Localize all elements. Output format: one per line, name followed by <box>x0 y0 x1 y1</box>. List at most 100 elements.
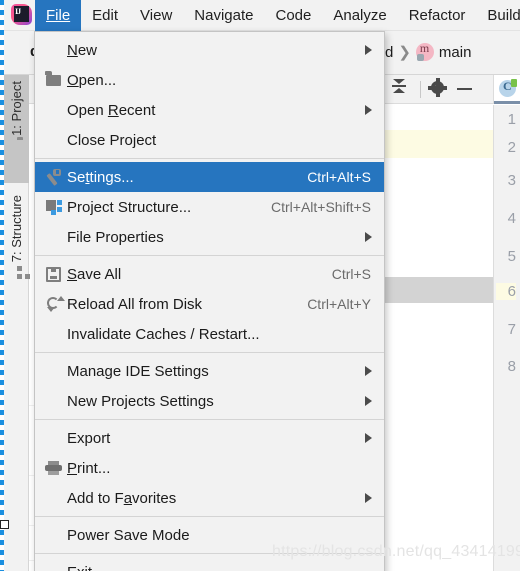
line-number: 4 <box>507 210 516 227</box>
file-menu-dropdown: New Open... Open Recent Close Project Se… <box>34 31 385 571</box>
menu-navigate[interactable]: Navigate <box>183 0 264 31</box>
menu-code[interactable]: Code <box>264 0 322 31</box>
no-icon <box>40 360 67 382</box>
breadcrumb-method[interactable]: main <box>439 44 472 61</box>
intellij-idea-logo <box>9 2 35 28</box>
editor-area: 1 2 3 4 5 6 7 8 <box>385 75 520 571</box>
idea-window: 1 2 3 4 5 6 7 8 1: Project 7: Structure <box>0 0 520 571</box>
print-icon <box>40 457 67 479</box>
code-canvas[interactable] <box>385 105 493 571</box>
menu-item-file-properties[interactable]: File Properties <box>35 222 384 252</box>
menu-item-reload-all-from-disk-label: Reload All from Disk <box>67 295 203 313</box>
menu-view[interactable]: View <box>129 0 183 31</box>
menu-item-close-project[interactable]: Close Project <box>35 125 384 155</box>
menu-item-open-recent[interactable]: Open Recent <box>35 95 384 125</box>
wrench-icon <box>40 166 67 188</box>
menu-item-new-projects-settings[interactable]: New Projects Settings <box>35 386 384 416</box>
no-icon <box>40 226 67 248</box>
menu-edit[interactable]: Edit <box>81 0 129 31</box>
toolbar-divider <box>420 80 421 98</box>
line-number: 1 <box>507 111 516 128</box>
menu-item-project-structure[interactable]: Project Structure... Ctrl+Alt+Shift+S <box>35 192 384 222</box>
menu-separator <box>35 419 384 420</box>
menu-analyze-label: Analyze <box>333 6 387 24</box>
menu-view-label: View <box>140 6 173 24</box>
menu-separator <box>35 352 384 353</box>
menu-item-new-projects-settings-label: New Projects Settings <box>67 392 214 410</box>
project-structure-icon <box>40 196 67 218</box>
no-icon <box>40 561 67 571</box>
chevron-right-icon <box>365 493 372 503</box>
hide-icon[interactable] <box>457 79 477 99</box>
menu-item-add-to-favorites[interactable]: Add to Favorites <box>35 483 384 513</box>
menu-item-settings[interactable]: Settings... Ctrl+Alt+S <box>35 162 384 192</box>
menu-analyze[interactable]: Analyze <box>322 0 397 31</box>
main-menu-bar: File Edit View Navigate Code Analyze Ref… <box>4 0 520 31</box>
sidebar-item-project-label: 1: Project <box>9 81 24 136</box>
menu-item-manage-ide-settings-label: Manage IDE Settings <box>67 362 209 380</box>
chevron-right-icon <box>365 45 372 55</box>
menu-item-open-recent-label: Open Recent <box>67 101 156 119</box>
menu-item-export-label: Export <box>67 429 111 447</box>
reload-icon <box>40 293 67 315</box>
menu-item-manage-ide-settings[interactable]: Manage IDE Settings <box>35 356 384 386</box>
menu-item-new[interactable]: New <box>35 35 384 65</box>
menu-edit-label: Edit <box>92 6 119 24</box>
menu-item-save-all-label: Save All <box>67 265 122 283</box>
no-icon <box>40 129 67 151</box>
editor-tab-active[interactable] <box>494 75 520 104</box>
editor-tab-strip <box>493 75 520 104</box>
menu-item-open[interactable]: Open... <box>35 65 384 95</box>
menu-item-close-project-label: Close Project <box>67 131 157 149</box>
menu-item-add-to-favorites-label: Add to Favorites <box>67 489 177 507</box>
menu-item-project-structure-shortcut: Ctrl+Alt+Shift+S <box>271 199 371 215</box>
menu-file[interactable]: File <box>35 0 82 31</box>
chevron-right-icon <box>365 396 372 406</box>
chevron-right-icon: ❯ <box>398 44 411 61</box>
gear-icon[interactable] <box>428 78 449 99</box>
no-icon <box>40 487 67 509</box>
watermark-text: https://blog.csdn.net/qq_43414199 <box>272 543 520 560</box>
menu-item-export[interactable]: Export <box>35 423 384 453</box>
line-highlight-band <box>385 130 493 158</box>
menu-item-reload-all-from-disk[interactable]: Reload All from Disk Ctrl+Alt+Y <box>35 289 384 319</box>
folder-icon <box>40 69 67 91</box>
left-tool-rail: 1: Project 7: Structure <box>4 75 30 571</box>
menu-item-save-all[interactable]: Save All Ctrl+S <box>35 259 384 289</box>
breadcrumb: d ❯ main <box>385 41 472 61</box>
menu-build[interactable]: Build <box>476 0 520 31</box>
java-class-icon <box>499 78 517 97</box>
menu-item-settings-label: Settings... <box>67 168 134 186</box>
menu-item-print[interactable]: Print... <box>35 453 384 483</box>
capture-resize-handle[interactable] <box>0 520 9 529</box>
selection-band <box>385 277 493 303</box>
menu-item-print-label: Print... <box>67 459 111 477</box>
menu-navigate-label: Navigate <box>194 6 254 24</box>
menu-item-open-label: Open... <box>67 71 117 89</box>
line-number: 5 <box>507 248 516 265</box>
sidebar-item-structure[interactable]: 7: Structure <box>4 189 30 305</box>
method-icon <box>415 41 434 61</box>
line-number: 3 <box>507 172 516 189</box>
collapse-all-icon[interactable] <box>392 79 412 99</box>
no-icon <box>40 323 67 345</box>
menu-build-label: Build <box>487 6 520 24</box>
menu-item-invalidate-caches[interactable]: Invalidate Caches / Restart... <box>35 319 384 349</box>
line-number-current: 6 <box>496 283 516 300</box>
menu-refactor[interactable]: Refactor <box>398 0 477 31</box>
chevron-right-icon <box>365 433 372 443</box>
menu-item-save-all-shortcut: Ctrl+S <box>331 266 371 282</box>
menu-item-new-label: New <box>67 41 98 59</box>
menu-file-label: File <box>46 6 71 24</box>
menu-separator <box>35 158 384 159</box>
sidebar-item-structure-label: 7: Structure <box>9 195 24 263</box>
menu-item-settings-shortcut: Ctrl+Alt+S <box>307 169 371 185</box>
menu-refactor-label: Refactor <box>408 6 466 24</box>
menu-item-power-save-mode-label: Power Save Mode <box>67 526 190 544</box>
line-number: 7 <box>507 321 516 338</box>
menu-item-project-structure-label: Project Structure... <box>67 198 192 216</box>
menu-item-reload-all-from-disk-shortcut: Ctrl+Alt+Y <box>307 296 371 312</box>
line-number: 8 <box>507 358 516 375</box>
sidebar-item-project[interactable]: 1: Project <box>4 75 29 183</box>
no-icon <box>40 390 67 412</box>
